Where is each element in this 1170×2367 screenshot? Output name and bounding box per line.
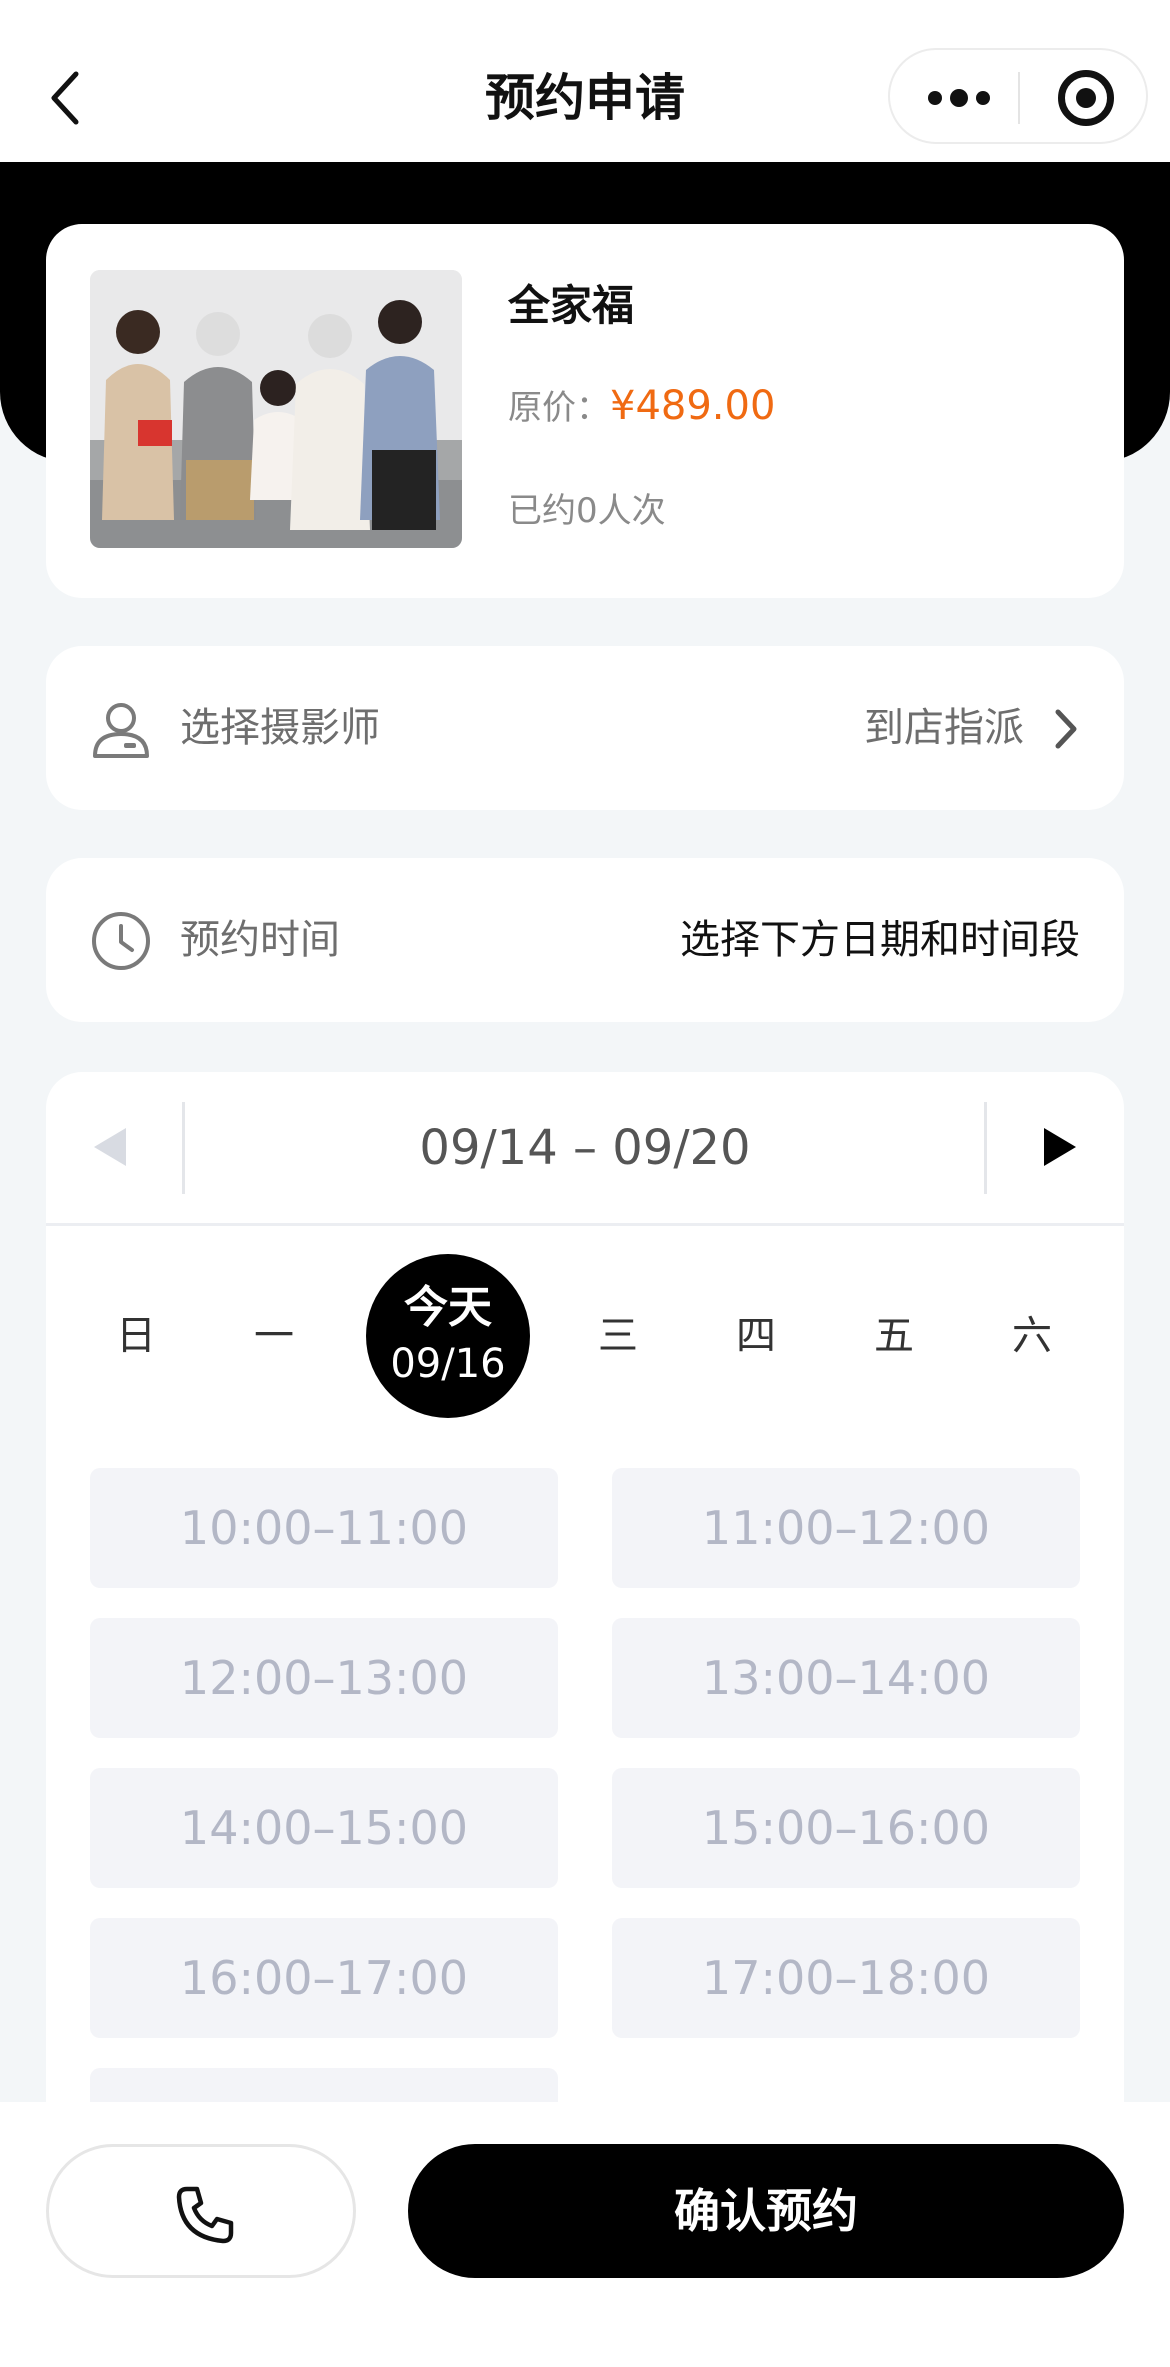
- booked-count: 已约0人次: [508, 491, 666, 531]
- price-value: ¥489.00: [610, 383, 776, 429]
- family-portrait-photo: [90, 270, 462, 548]
- week-navigator: 09/14 – 09/20: [46, 1072, 1124, 1226]
- time-slot[interactable]: 17:00–18:00: [612, 1918, 1080, 2038]
- time-slot[interactable]: 15:00–16:00: [612, 1768, 1080, 1888]
- bottom-action-bar: 确认预约: [0, 2102, 1170, 2367]
- more-dots-icon[interactable]: [928, 86, 990, 110]
- day-mon[interactable]: 一: [192, 1254, 356, 1418]
- photographer-value: 到店指派: [864, 705, 1024, 751]
- time-value: 选择下方日期和时间段: [680, 917, 1080, 963]
- capsule-divider: [1018, 72, 1020, 124]
- nav-bar: 预约申请: [0, 0, 1170, 162]
- time-slot[interactable]: 16:00–17:00: [90, 1918, 558, 2038]
- weekday-row: 日 一 今天 09/16 三 四 五 六: [46, 1254, 1124, 1422]
- today-date: 09/16: [390, 1341, 506, 1387]
- divider: [984, 1102, 987, 1194]
- phone-button[interactable]: [46, 2144, 356, 2278]
- time-label: 预约时间: [180, 917, 340, 963]
- day-today[interactable]: 今天 09/16: [366, 1254, 530, 1418]
- user-icon: [93, 703, 149, 758]
- chevron-right-icon: [1055, 709, 1077, 749]
- time-slot[interactable]: 10:00–11:00: [90, 1468, 558, 1588]
- confirm-booking-button[interactable]: 确认预约: [408, 2144, 1124, 2278]
- price-row: 原价：¥489.00: [508, 378, 775, 442]
- photographer-label: 选择摄影师: [180, 705, 380, 751]
- phone-icon: [176, 2186, 234, 2244]
- time-slot[interactable]: 14:00–15:00: [90, 1768, 558, 1888]
- booking-time-row: 预约时间 选择下方日期和时间段: [46, 858, 1124, 1022]
- price-label: 原价：: [508, 388, 610, 428]
- select-photographer-row[interactable]: 选择摄影师 到店指派: [46, 646, 1124, 810]
- target-circle-icon[interactable]: [1058, 70, 1114, 126]
- time-slot[interactable]: 11:00–12:00: [612, 1468, 1080, 1588]
- clock-icon: [92, 912, 150, 970]
- time-slot[interactable]: 12:00–13:00: [90, 1618, 558, 1738]
- mini-program-capsule: [888, 48, 1148, 144]
- week-range: 09/14 – 09/20: [419, 1120, 751, 1176]
- next-week-icon[interactable]: [1040, 1124, 1080, 1170]
- day-sat[interactable]: 六: [950, 1254, 1114, 1418]
- product-name: 全家福: [508, 281, 635, 330]
- time-slot[interactable]: 13:00–14:00: [612, 1618, 1080, 1738]
- product-card: 全家福 原价：¥489.00 已约0人次: [46, 224, 1124, 598]
- today-label: 今天: [404, 1282, 492, 1333]
